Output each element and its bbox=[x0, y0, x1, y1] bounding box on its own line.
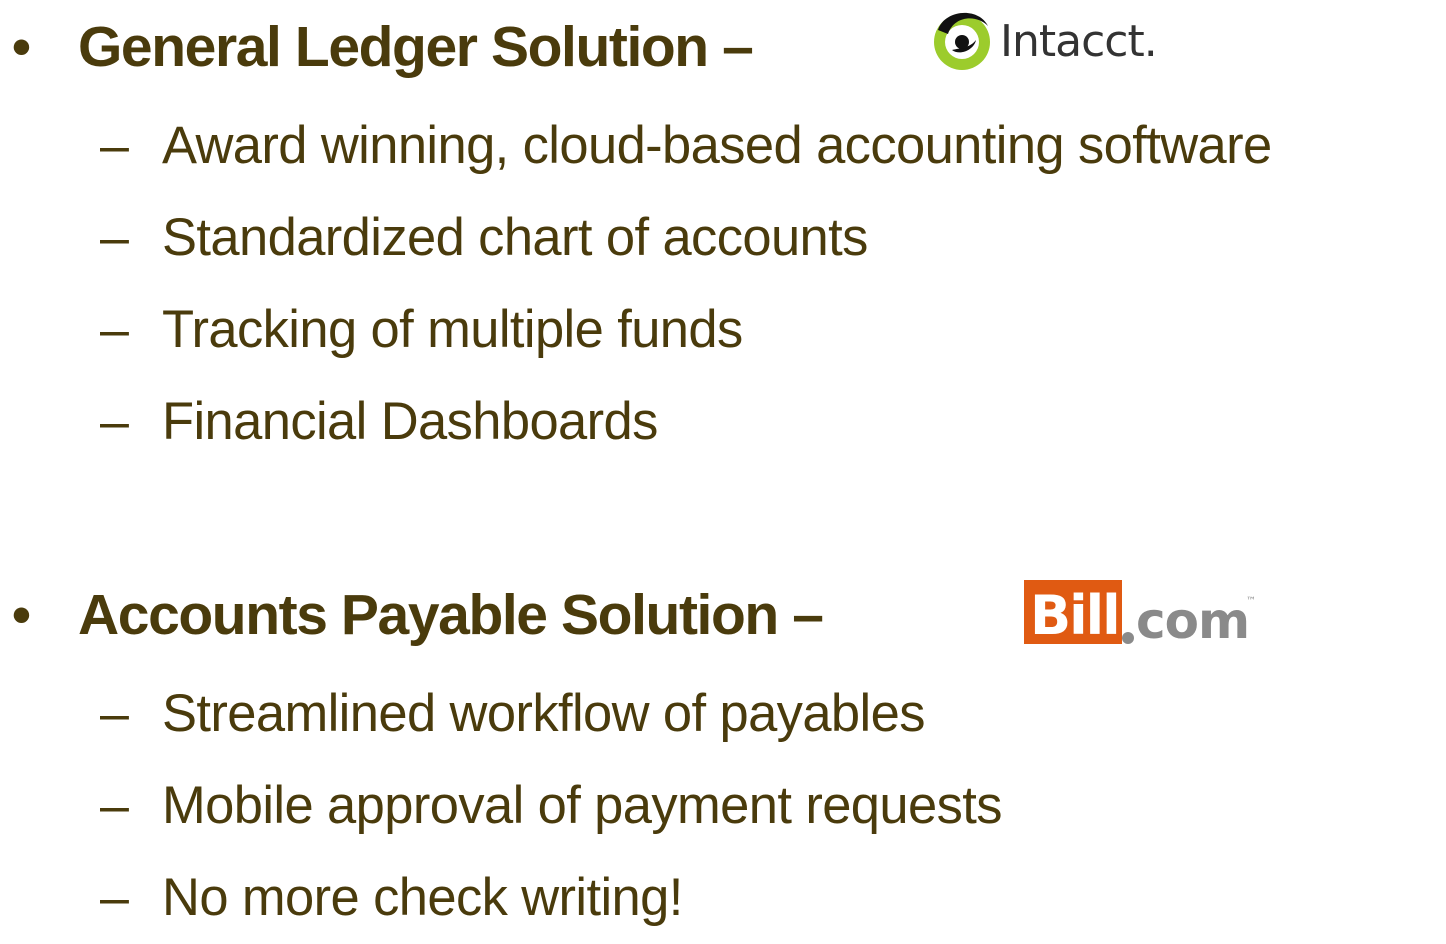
svg-text:™: ™ bbox=[1246, 596, 1256, 607]
general-ledger-heading: General Ledger Solution – bbox=[78, 15, 754, 79]
list-item-text: Standardized chart of accounts bbox=[162, 208, 868, 267]
list-item-text: Streamlined workflow of payables bbox=[162, 684, 925, 743]
dash-icon: – bbox=[100, 777, 129, 835]
dash-icon: – bbox=[100, 117, 129, 175]
bill-com-logo: Bill com ™ bbox=[1024, 578, 1264, 650]
dash-icon: – bbox=[100, 685, 129, 743]
bullet-icon: • bbox=[12, 585, 31, 645]
accounts-payable-heading: Accounts Payable Solution – bbox=[78, 583, 824, 647]
dash-icon: – bbox=[100, 869, 129, 927]
svg-text:com: com bbox=[1136, 592, 1249, 650]
list-item-text: Mobile approval of payment requests bbox=[162, 776, 1003, 835]
dash-icon: – bbox=[100, 301, 129, 359]
dash-icon: – bbox=[100, 393, 129, 451]
bullet-icon: • bbox=[12, 17, 31, 77]
list-item-text: No more check writing! bbox=[162, 868, 683, 927]
list-item-text: Award winning, cloud-based accounting so… bbox=[162, 116, 1272, 175]
dash-icon: – bbox=[100, 209, 129, 267]
intacct-logo: Intacct. bbox=[930, 4, 1186, 76]
intacct-swirl-icon bbox=[934, 12, 990, 70]
list-item-text: Tracking of multiple funds bbox=[162, 300, 743, 359]
svg-text:Bill: Bill bbox=[1030, 584, 1119, 647]
list-item-text: Financial Dashboards bbox=[162, 392, 658, 451]
bill-com-logo-graphic: Bill com ™ bbox=[1024, 580, 1256, 650]
intacct-logo-text: Intacct. bbox=[1000, 16, 1158, 67]
